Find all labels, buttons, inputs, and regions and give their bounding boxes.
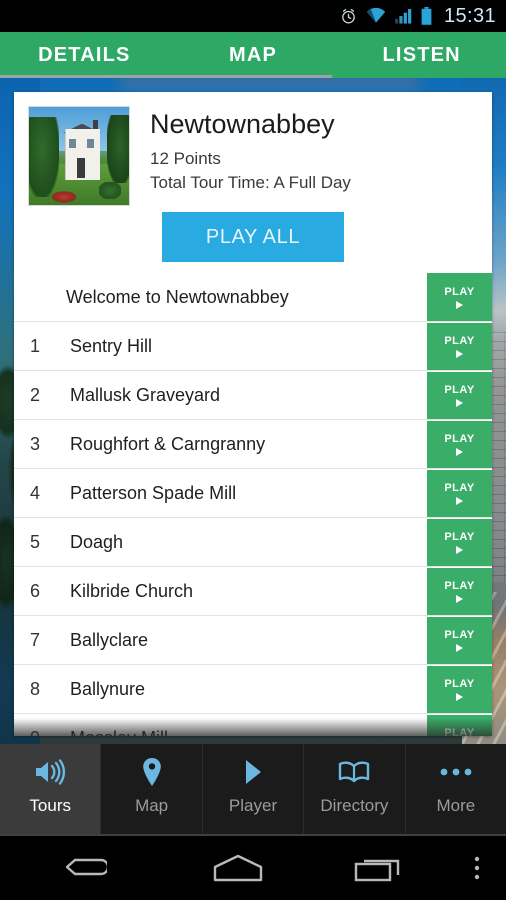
play-button-label: PLAY [444,433,475,445]
map-pin-icon [141,754,163,790]
play-triangle-icon [456,448,463,456]
bottom-tab-label: Player [228,796,278,815]
recents-icon[interactable] [308,853,448,883]
play-button-label: PLAY [444,678,475,690]
tour-card: Newtownabbey 12 Points Total Tour Time: … [14,92,492,736]
app-screen: 15:31 DETAILS MAP LISTEN Newtownabbey 12… [0,0,506,900]
play-button[interactable]: PLAY [427,714,492,736]
bottom-tab-label: Directory [320,796,389,815]
tour-title: Newtownabbey [150,109,335,139]
play-all-container: PLAY ALL [14,210,492,262]
tour-thumbnail-house-icon [28,106,130,206]
tab-listen[interactable]: LISTEN [337,44,506,67]
play-button[interactable]: PLAY [427,665,492,713]
tab-indicator-line [0,75,332,78]
tour-meta: Newtownabbey 12 Points Total Tour Time: … [130,106,351,210]
play-button[interactable]: PLAY [427,616,492,664]
table-row[interactable]: 6 Kilbride Church PLAY [14,566,492,615]
list-item-welcome[interactable]: Welcome to Newtownabbey PLAY [14,273,492,321]
signal-icon [394,8,412,24]
play-button-label: PLAY [444,727,475,736]
play-button-label: PLAY [444,580,475,592]
tour-points-count: 12 Points [150,149,221,168]
home-icon[interactable] [168,853,308,883]
tour-points-list: Welcome to Newtownabbey PLAY 1 Sentry Hi… [14,273,492,736]
tour-total-time: Total Tour Time: A Full Day [150,173,351,192]
bottom-tab-map[interactable]: Map [101,744,203,834]
play-button-label: PLAY [444,285,475,298]
play-triangle-icon [243,754,263,790]
list-item-label: Welcome to Newtownabbey [66,287,289,307]
play-triangle-icon [456,300,463,309]
battery-icon [421,7,432,25]
play-button-label: PLAY [444,482,475,494]
back-icon[interactable] [0,854,168,882]
table-row[interactable]: 1 Sentry Hill PLAY [14,321,492,370]
status-bar: 15:31 [0,0,506,32]
list-item-number: 3 [29,433,40,454]
table-row[interactable]: 9 Mossley Mill PLAY [14,713,492,736]
list-item-number: 5 [29,531,40,552]
top-tab-bar: DETAILS MAP LISTEN [0,32,506,78]
table-row[interactable]: 2 Mallusk Graveyard PLAY [14,370,492,419]
play-button[interactable]: PLAY [427,322,492,370]
table-row[interactable]: 8 Ballynure PLAY [14,664,492,713]
speaker-icon [33,754,67,790]
table-row[interactable]: 3 Roughfort & Carngranny PLAY [14,419,492,468]
bottom-tab-player[interactable]: Player [202,744,305,834]
alarm-icon [340,8,357,25]
play-triangle-icon [456,644,463,652]
play-button-label: PLAY [444,629,475,641]
bottom-tab-more[interactable]: More [405,744,506,834]
bottom-tab-label: Tours [29,796,71,815]
play-button-label: PLAY [444,384,475,396]
wifi-icon [366,8,386,24]
list-item-number: 7 [29,629,40,650]
list-item-number: 6 [29,580,40,601]
overflow-menu-icon[interactable] [448,853,506,883]
list-item-number: 8 [29,678,40,699]
table-row[interactable]: 7 Ballyclare PLAY [14,615,492,664]
list-item-number: 2 [29,384,40,405]
play-button[interactable]: PLAY [427,420,492,468]
play-button[interactable]: PLAY [427,371,492,419]
book-icon [337,754,371,790]
list-item-number: 9 [14,728,56,737]
bottom-tab-tours[interactable]: Tours [0,744,102,834]
play-triangle-icon [456,595,463,603]
play-button-label: PLAY [444,335,475,347]
bottom-tab-label: More [436,796,476,815]
play-button[interactable]: PLAY [427,273,492,321]
play-all-button[interactable]: PLAY ALL [162,212,344,262]
android-nav-bar [0,836,506,900]
tab-map[interactable]: MAP [169,44,338,67]
play-button[interactable]: PLAY [427,518,492,566]
ellipsis-icon [439,754,473,790]
bottom-tab-directory[interactable]: Directory [304,744,406,834]
play-button[interactable]: PLAY [427,567,492,615]
list-item-number: 4 [29,482,40,503]
play-triangle-icon [456,399,463,407]
play-triangle-icon [456,350,463,358]
status-bar-clock: 15:31 [443,4,496,27]
play-triangle-icon [456,693,463,701]
table-row[interactable]: 5 Doagh PLAY [14,517,492,566]
play-button-label: PLAY [444,531,475,543]
bottom-tab-label: Map [135,796,169,815]
tab-details[interactable]: DETAILS [0,44,169,67]
play-triangle-icon [456,546,463,554]
play-triangle-icon [456,497,463,505]
tour-header: Newtownabbey 12 Points Total Tour Time: … [14,92,492,210]
play-button[interactable]: PLAY [427,469,492,517]
bottom-tab-bar: Tours Map Player Directory More [0,744,506,834]
table-row[interactable]: 4 Patterson Spade Mill PLAY [14,468,492,517]
list-item-number: 1 [29,335,40,356]
